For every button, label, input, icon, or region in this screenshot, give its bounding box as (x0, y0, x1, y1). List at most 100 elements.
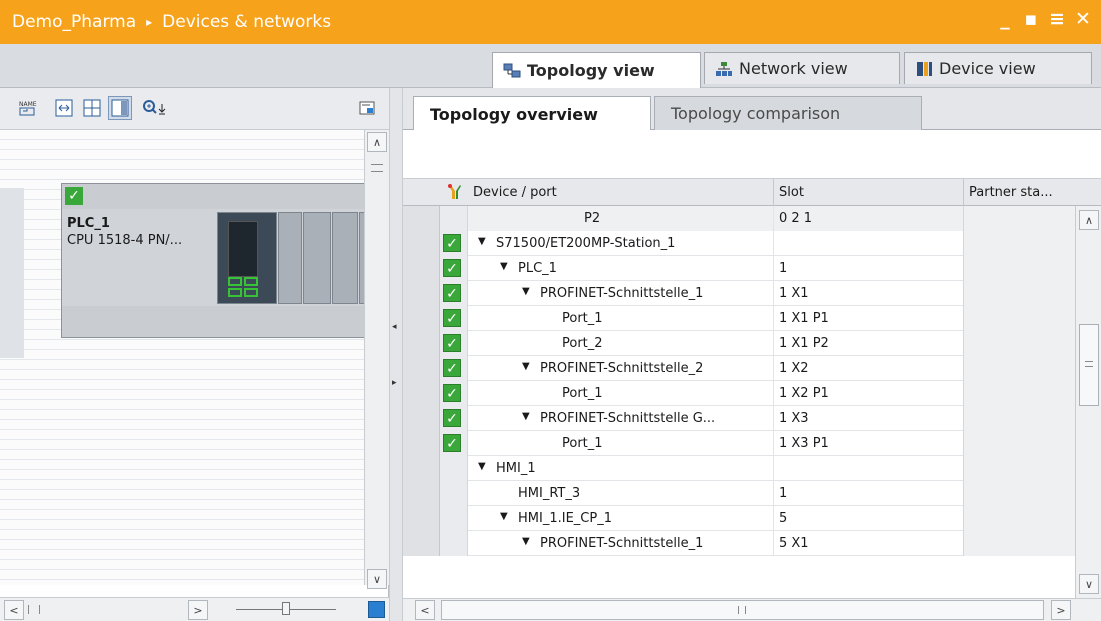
partner-station-cell[interactable] (963, 231, 1075, 256)
partner-station-cell[interactable] (963, 531, 1075, 556)
scroll-up-icon[interactable]: ∧ (367, 132, 387, 152)
zoom-icon[interactable] (140, 96, 174, 120)
column-header-device-port[interactable]: Device / port (473, 185, 557, 200)
table-row[interactable]: P2 0 2 1 (403, 206, 1075, 231)
row-selector[interactable] (403, 306, 440, 331)
device-port-cell[interactable]: Port_1 (468, 306, 773, 331)
partner-station-cell[interactable] (963, 256, 1075, 281)
row-selector[interactable] (403, 206, 440, 231)
partner-station-cell[interactable] (963, 456, 1075, 481)
expand-toggle-icon[interactable]: ▼ (522, 411, 530, 422)
breadcrumb-project[interactable]: Demo_Pharma (12, 12, 136, 32)
row-selector[interactable] (403, 531, 440, 556)
device-port-cell[interactable]: HMI_RT_3 (468, 481, 773, 506)
slot-cell[interactable]: 1 X3 (773, 406, 963, 431)
expand-toggle-icon[interactable]: ▼ (522, 536, 530, 547)
device-port-cell[interactable]: Port_1 (468, 381, 773, 406)
expand-toggle-icon[interactable]: ▼ (522, 286, 530, 297)
partner-station-cell[interactable] (963, 306, 1075, 331)
slot-cell[interactable] (773, 231, 963, 256)
scroll-down-icon[interactable]: ∨ (367, 569, 387, 589)
tab-network-view[interactable]: Network view (704, 52, 900, 84)
table-horizontal-scrollbar[interactable]: < > (403, 598, 1101, 621)
device-port-cell[interactable]: Port_2 (468, 331, 773, 356)
topology-canvas[interactable]: ✓ PLC_1 CPU 1518-4 PN/... (0, 130, 364, 585)
table-row[interactable]: ✓ ▼ S71500/ET200MP-Station_1 (403, 231, 1075, 256)
scroll-down-icon[interactable]: ∨ (1079, 574, 1099, 594)
slot-cell[interactable]: 1 X1 P1 (773, 306, 963, 331)
partner-station-cell[interactable] (963, 406, 1075, 431)
table-row[interactable]: ✓ Port_1 1 X3 P1 (403, 431, 1075, 456)
collapse-left-icon[interactable]: ◂ (392, 322, 397, 332)
device-port-cell[interactable]: ▼ HMI_1.IE_CP_1 (468, 506, 773, 531)
device-port-cell[interactable]: ▼ HMI_1 (468, 456, 773, 481)
grid-icon[interactable] (80, 96, 104, 120)
menu-button[interactable]: ≡ (1047, 8, 1067, 30)
breadcrumb-section[interactable]: Devices & networks (162, 12, 331, 32)
tab-topology-overview[interactable]: Topology overview (413, 96, 651, 131)
partner-station-cell[interactable] (963, 331, 1075, 356)
minimize-button[interactable]: _ (995, 8, 1015, 30)
scroll-left-icon[interactable]: < (4, 600, 24, 620)
tab-topology-view[interactable]: Topology view (492, 52, 701, 88)
expand-toggle-icon[interactable]: ▼ (478, 461, 486, 472)
navigator-icon[interactable] (368, 601, 385, 618)
slot-cell[interactable]: 0 2 1 (773, 206, 963, 231)
column-divider[interactable] (963, 179, 964, 207)
tab-device-view[interactable]: Device view (904, 52, 1092, 84)
table-row[interactable]: ▼ HMI_1 (403, 456, 1075, 481)
partner-station-cell[interactable] (963, 356, 1075, 381)
device-port-cell[interactable]: ▼ PROFINET-Schnittstelle G... (468, 406, 773, 431)
table-vertical-scrollbar[interactable]: ∧ ∨ (1075, 206, 1101, 598)
scroll-thumb[interactable] (1079, 324, 1099, 406)
table-row[interactable]: HMI_RT_3 1 (403, 481, 1075, 506)
scroll-right-icon[interactable]: > (188, 600, 208, 620)
table-row[interactable]: ✓ Port_1 1 X2 P1 (403, 381, 1075, 406)
partner-station-cell[interactable] (963, 206, 1075, 231)
expand-toggle-icon[interactable]: ▼ (478, 236, 486, 247)
table-row[interactable]: ▼ PROFINET-Schnittstelle_1 5 X1 (403, 531, 1075, 556)
scroll-up-icon[interactable]: ∧ (1079, 210, 1099, 230)
scroll-left-icon[interactable]: < (415, 600, 435, 620)
column-divider[interactable] (773, 179, 774, 207)
row-selector[interactable] (403, 406, 440, 431)
table-row[interactable]: ✓ ▼ PROFINET-Schnittstelle_2 1 X2 (403, 356, 1075, 381)
column-header-partner-station[interactable]: Partner sta... (969, 185, 1053, 200)
device-port-cell[interactable]: ▼ PROFINET-Schnittstelle_2 (468, 356, 773, 381)
overview-icon[interactable] (355, 96, 379, 120)
table-row[interactable]: ✓ ▼ PLC_1 1 (403, 256, 1075, 281)
row-selector[interactable] (403, 431, 440, 456)
zoom-slider-thumb[interactable] (282, 602, 290, 615)
scroll-right-icon[interactable]: > (1051, 600, 1071, 620)
device-port-cell[interactable]: ▼ PROFINET-Schnittstelle_1 (468, 531, 773, 556)
slot-cell[interactable]: 1 (773, 481, 963, 506)
slot-cell[interactable]: 1 X2 P1 (773, 381, 963, 406)
table-row[interactable]: ✓ ▼ PROFINET-Schnittstelle G... 1 X3 (403, 406, 1075, 431)
device-port-cell[interactable]: ▼ PLC_1 (468, 256, 773, 281)
row-selector[interactable] (403, 331, 440, 356)
slot-cell[interactable]: 1 X1 (773, 281, 963, 306)
row-selector[interactable] (403, 256, 440, 281)
row-selector[interactable] (403, 356, 440, 381)
table-row[interactable]: ✓ Port_1 1 X1 P1 (403, 306, 1075, 331)
slot-cell[interactable]: 1 X1 P2 (773, 331, 963, 356)
table-toggle-icon[interactable] (108, 96, 132, 120)
row-selector[interactable] (403, 481, 440, 506)
close-button[interactable]: ✕ (1073, 8, 1093, 30)
row-selector[interactable] (403, 281, 440, 306)
slot-cell[interactable]: 1 X2 (773, 356, 963, 381)
table-row[interactable]: ✓ ▼ PROFINET-Schnittstelle_1 1 X1 (403, 281, 1075, 306)
expand-toggle-icon[interactable]: ▼ (500, 511, 508, 522)
tab-topology-comparison[interactable]: Topology comparison (654, 96, 922, 130)
collapse-right-icon[interactable]: ▸ (392, 378, 397, 388)
vertical-scrollbar[interactable]: ∧ ∨ (364, 130, 389, 589)
partner-station-cell[interactable] (963, 381, 1075, 406)
column-header-slot[interactable]: Slot (779, 185, 804, 200)
row-selector[interactable] (403, 456, 440, 481)
fit-icon[interactable] (52, 96, 76, 120)
device-port-cell[interactable]: P2 (468, 206, 773, 231)
name-display-icon[interactable]: NAME (16, 96, 40, 120)
partner-station-cell[interactable] (963, 481, 1075, 506)
slot-cell[interactable]: 5 (773, 506, 963, 531)
pane-splitter[interactable]: ◂ ▸ (389, 88, 403, 621)
